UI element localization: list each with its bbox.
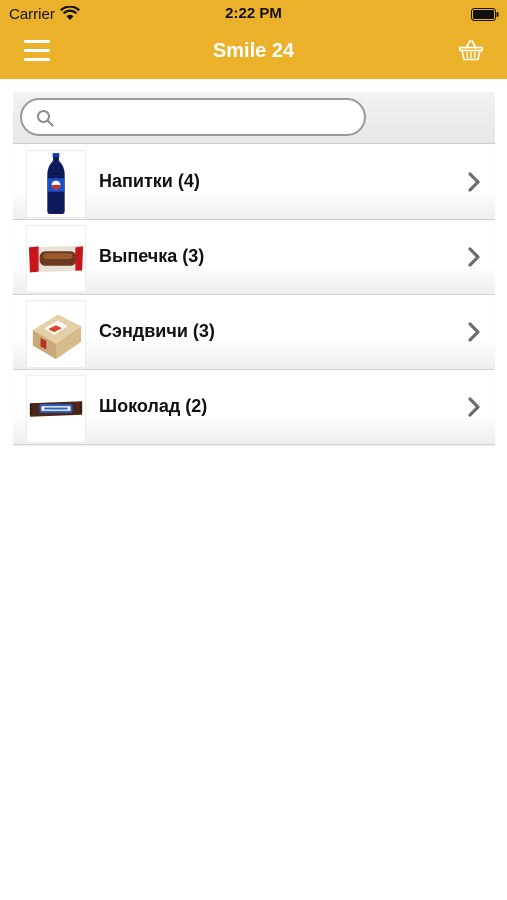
search-input[interactable] (20, 98, 366, 136)
category-item-chocolate[interactable]: Шоколад (2) (13, 370, 495, 445)
chocolate-bar-image (26, 375, 86, 443)
category-label: Шоколад (2) (99, 396, 208, 416)
category-item-drinks[interactable]: Напитки (4) (13, 145, 495, 220)
nav-bar: Smile 24 (0, 28, 507, 79)
category-label: Напитки (4) (99, 171, 200, 191)
app-header: Carrier 2:22 PM Smile 24 (0, 0, 507, 79)
category-label: Сэндвичи (3) (99, 321, 215, 341)
search-icon (37, 110, 54, 127)
search-bar (13, 92, 495, 144)
category-item-sandwiches[interactable]: Сэндвичи (3) (13, 295, 495, 370)
chevron-right-icon (468, 247, 480, 267)
status-time: 2:22 PM (225, 5, 282, 22)
basket-icon[interactable] (459, 39, 483, 61)
battery-icon (471, 8, 499, 21)
sandwich-box-image (26, 300, 86, 368)
chevron-right-icon (468, 172, 480, 192)
cola-bottle-image (26, 150, 86, 218)
page-title: Smile 24 (212, 40, 295, 62)
chevron-right-icon (468, 322, 480, 342)
chevron-right-icon (468, 397, 480, 417)
category-label: Выпечка (3) (99, 246, 205, 266)
status-bar: Carrier 2:22 PM (0, 0, 507, 28)
category-item-pastry[interactable]: Выпечка (3) (13, 220, 495, 295)
category-list: Напитки (4) Выпечка (3) Сэндвичи (3) Шок… (13, 145, 495, 445)
pastry-pack-image (26, 225, 86, 293)
